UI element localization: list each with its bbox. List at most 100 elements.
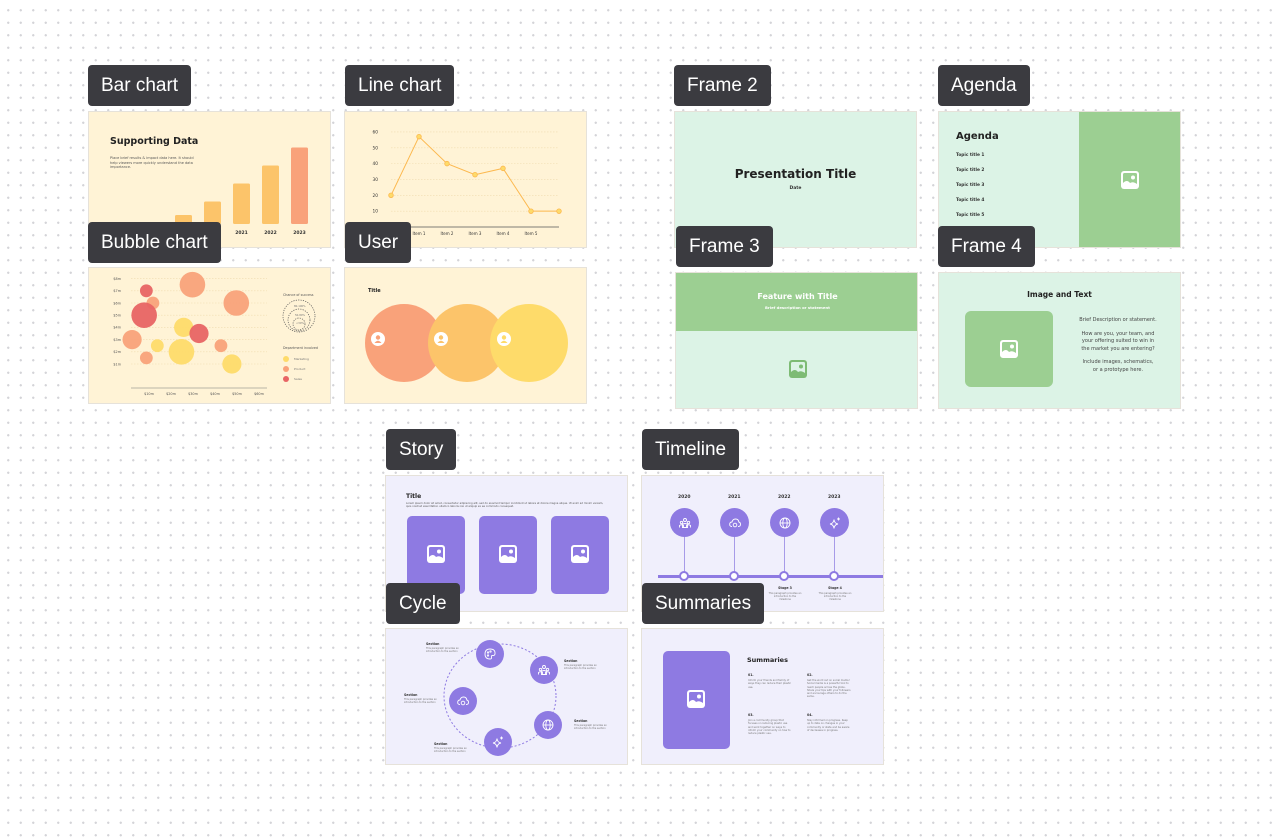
section-title: Section xyxy=(434,742,448,746)
frame-label-frame3[interactable]: Frame 3 xyxy=(676,226,773,267)
legend-item: Sales xyxy=(283,374,309,384)
user-frame[interactable]: Title xyxy=(344,267,587,404)
legend-label: Product xyxy=(294,367,306,371)
timeline-node xyxy=(720,508,749,537)
cycle-frame[interactable]: Section This paragraph provides an intro… xyxy=(385,628,628,765)
globe-icon xyxy=(542,719,554,731)
sparkle-icon xyxy=(492,736,503,748)
bar xyxy=(233,183,250,224)
story-title: Title xyxy=(406,493,422,500)
bubble-size-label: 50-80% xyxy=(295,314,306,317)
timeline-marker xyxy=(779,571,789,581)
frame-label-summaries[interactable]: Summaries xyxy=(642,583,765,624)
section-title: Section xyxy=(404,693,418,697)
image-placeholder xyxy=(965,311,1053,387)
timeline-marker xyxy=(729,571,739,581)
x-tick-label: Item 2 xyxy=(441,231,454,236)
bubble xyxy=(214,339,228,353)
y-tick-label: 20 xyxy=(373,193,379,199)
bubble xyxy=(179,271,206,298)
y-tick-label: 50 xyxy=(373,145,379,151)
y-tick-label: $5m xyxy=(113,314,121,318)
cycle-node xyxy=(484,728,512,756)
y-tick-label: 30 xyxy=(373,177,379,183)
timeline-marker xyxy=(679,571,689,581)
section-text: This paragraph provides an introduction … xyxy=(434,747,467,753)
frame4-frame[interactable]: Image and Text Brief Description or stat… xyxy=(938,272,1181,409)
line-point xyxy=(388,192,394,199)
timeline-node xyxy=(770,508,799,537)
line-point xyxy=(472,172,478,178)
team-icon xyxy=(538,665,550,675)
body-line: Brief Description or statement. xyxy=(1079,317,1157,323)
feature-subtitle: Brief description or statement xyxy=(765,305,830,310)
bar-tick-label: 2021 xyxy=(235,230,248,236)
bubble-size-label: 80-100% xyxy=(294,305,306,308)
user-icon xyxy=(434,332,448,346)
frame-label-frame4[interactable]: Frame 4 xyxy=(938,226,1035,267)
image-placeholder-icon xyxy=(999,339,1019,359)
agenda-topic: Topic title 3 xyxy=(956,183,985,188)
bar-tick-label: 2023 xyxy=(293,230,306,236)
bubble-size-label: <30% xyxy=(296,322,304,325)
bubble-chart-frame[interactable]: $1m $2m $3m $4m $5m $6m $7m $8m $10m $20m $30m $40m… xyxy=(88,267,331,404)
body-line: Include images, schematics, xyxy=(1082,359,1154,365)
image-placeholder-icon xyxy=(570,544,590,564)
image-text-title: Image and Text xyxy=(1027,290,1092,299)
frame-label-story[interactable]: Story xyxy=(386,429,457,470)
timeline-stem xyxy=(684,534,685,576)
frame-label-user[interactable]: User xyxy=(345,222,412,263)
timeline-year: 2023 xyxy=(828,495,841,500)
story-card xyxy=(479,516,537,594)
frame3-frame[interactable]: Feature with Title Brief description or … xyxy=(675,272,918,409)
bubble xyxy=(122,330,142,350)
y-tick-label: $1m xyxy=(113,362,121,366)
section-text: This paragraph provides an introduction … xyxy=(574,724,607,730)
frame-label-line-chart[interactable]: Line chart xyxy=(345,65,455,106)
frame-label-cycle[interactable]: Cycle xyxy=(386,583,460,624)
frame-label-timeline[interactable]: Timeline xyxy=(642,429,740,470)
y-tick-label: $4m xyxy=(113,326,121,330)
legend-swatch xyxy=(283,366,289,372)
palette-icon xyxy=(484,648,496,660)
summaries-frame[interactable]: Summaries 01. Inform your friends and fa… xyxy=(641,628,884,765)
summaries-title: Summaries xyxy=(747,656,788,664)
timeline-year: 2021 xyxy=(728,495,741,500)
bubble xyxy=(131,302,157,328)
bubble-size-legend-title: Chance of success xyxy=(283,293,314,297)
frame-label-frame2[interactable]: Frame 2 xyxy=(674,65,771,106)
x-tick-label: Item 3 xyxy=(469,231,482,236)
x-tick-label: Item 5 xyxy=(525,231,538,236)
x-tick-label: $40m xyxy=(210,392,220,396)
summary-text: Join a community group that focuses on r… xyxy=(748,719,791,736)
summary-item: 01. Inform your friends and family of wa… xyxy=(748,673,792,689)
bubble-color-legend: Marketing Product Sales xyxy=(283,354,309,384)
legend-label: Sales xyxy=(294,377,302,381)
summary-text: Get the word out on social media! Social… xyxy=(807,679,851,699)
summary-number: 02. xyxy=(807,673,813,677)
timeline-stem xyxy=(834,534,835,576)
bubble xyxy=(223,290,250,316)
section-text: This paragraph provides an introduction … xyxy=(404,698,437,704)
cloud-sync-icon xyxy=(457,696,469,706)
feature-header: Feature with Title Brief description or … xyxy=(676,273,917,331)
frame-label-bubble-chart[interactable]: Bubble chart xyxy=(88,222,221,263)
bar xyxy=(262,165,279,224)
sparkle-icon xyxy=(829,517,840,529)
frame-label-bar-chart[interactable]: Bar chart xyxy=(88,65,192,106)
frame-label-agenda[interactable]: Agenda xyxy=(938,65,1030,106)
summary-item: 03. Join a community group that focuses … xyxy=(748,713,792,735)
agenda-topic-list: Topic title 1 Topic title 2 Topic title … xyxy=(956,153,984,228)
timeline-marker xyxy=(829,571,839,581)
x-tick-label: $60m xyxy=(254,392,264,396)
timeline-axis xyxy=(658,575,883,578)
bubble-color-legend-title: Department involved xyxy=(283,346,318,350)
user-icon xyxy=(497,332,511,346)
story-body: Lorem ipsum dolor sit amet, consectetur … xyxy=(406,502,604,509)
image-placeholder-icon xyxy=(1120,170,1140,190)
y-tick-label: $3m xyxy=(113,338,121,342)
agenda-topic: Topic title 2 xyxy=(956,168,985,173)
section-title: Section xyxy=(426,642,440,646)
stage-title: Stage 4 xyxy=(828,586,842,590)
timeline-stage: Stage 3 This paragraph provides an intro… xyxy=(768,586,802,601)
